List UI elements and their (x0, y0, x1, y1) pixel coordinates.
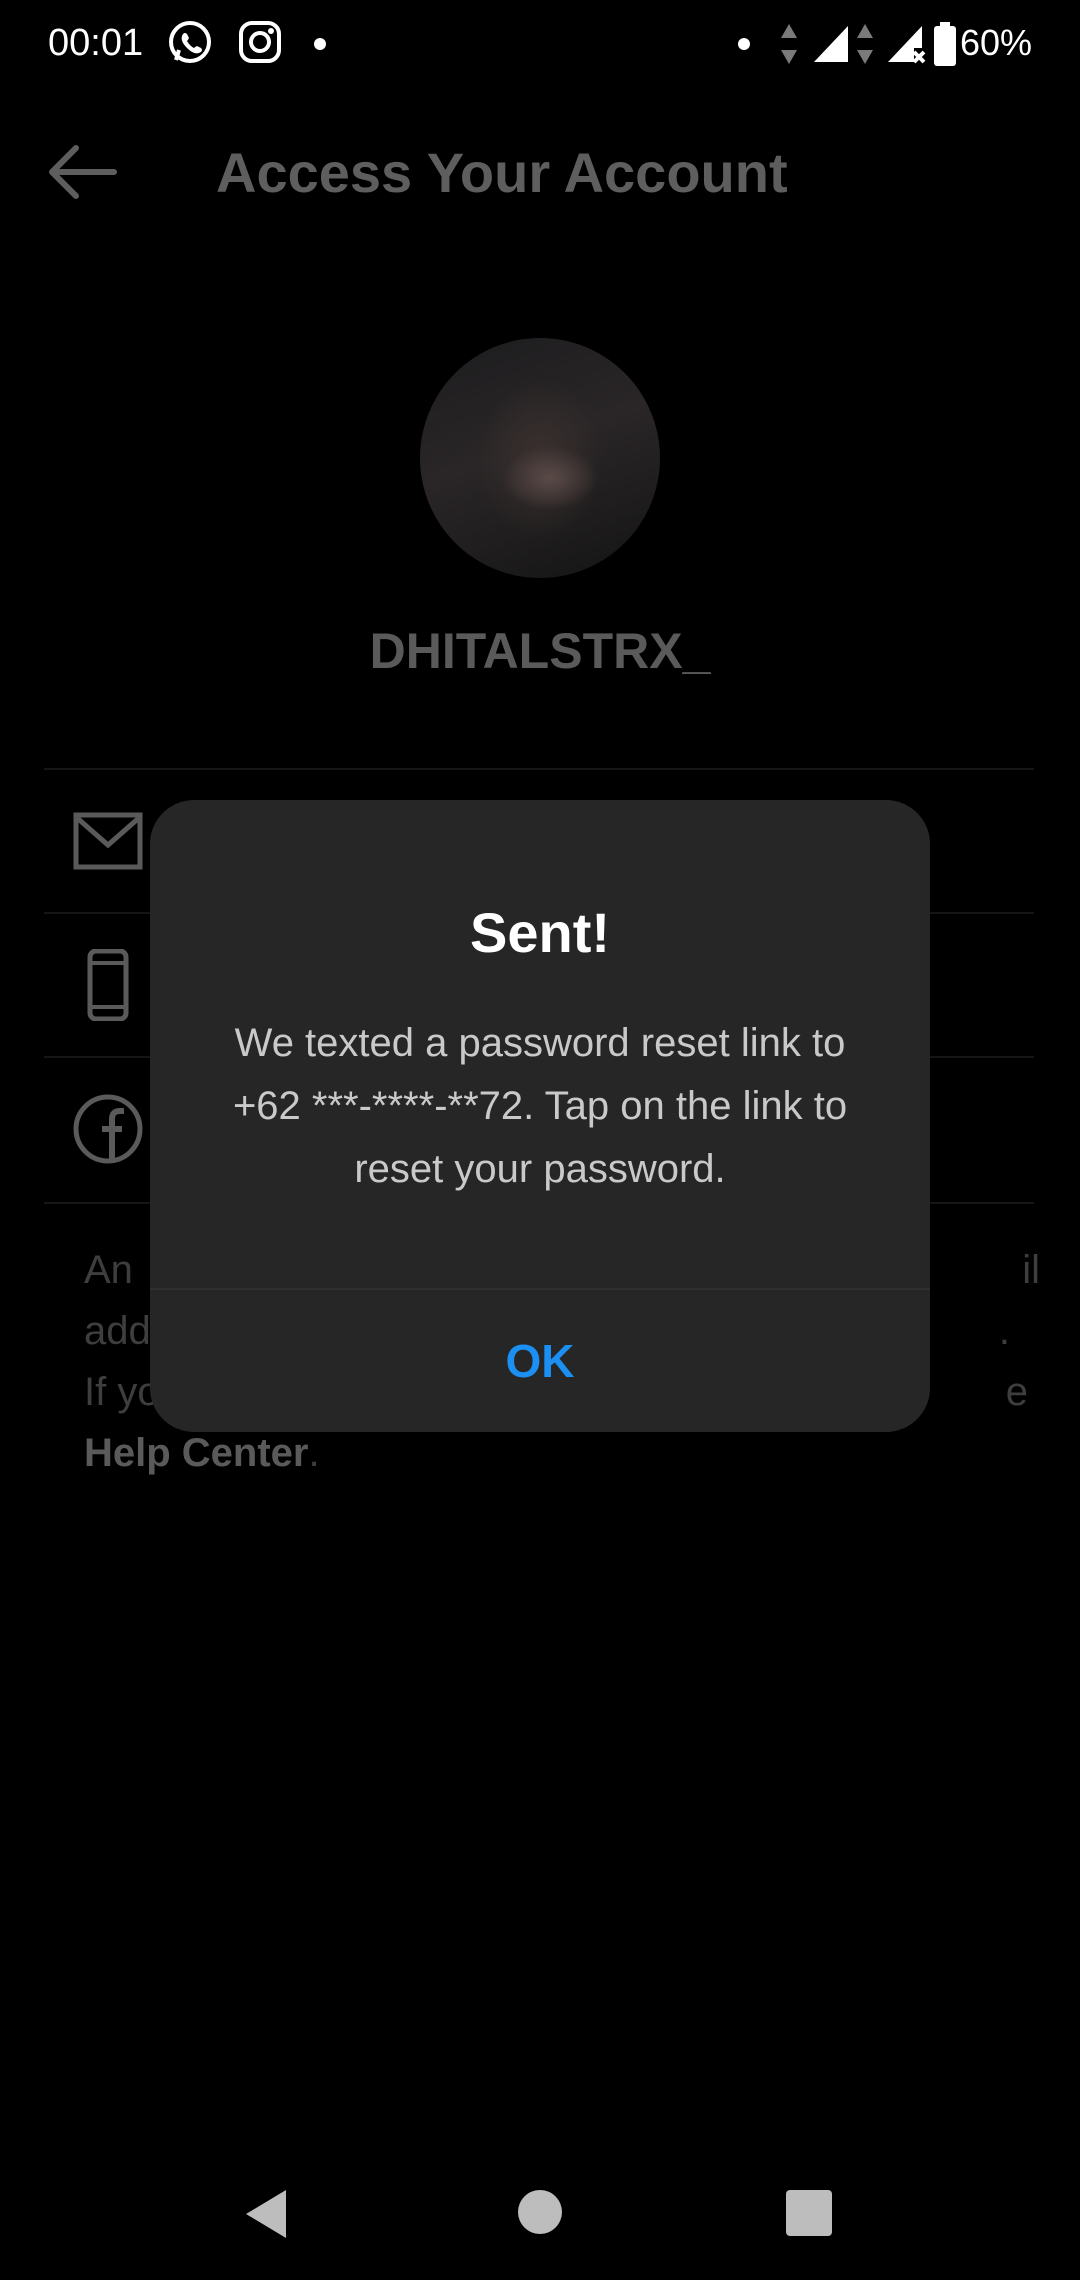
battery-percent: 60% (959, 22, 1032, 63)
nav-home-icon[interactable] (518, 2190, 562, 2234)
sent-dialog: Sent! We texted a password reset link to… (150, 800, 930, 1432)
facebook-icon (73, 1094, 143, 1164)
page-title: Access Your Account (216, 141, 788, 204)
data-arrows-icon (781, 24, 797, 64)
mail-icon (73, 812, 143, 870)
phone-icon (87, 949, 129, 1021)
nav-recents-icon[interactable] (786, 2190, 832, 2236)
dialog-title: Sent! (470, 901, 610, 964)
notification-dot (738, 38, 750, 50)
instagram-icon (239, 21, 281, 63)
notification-dot (314, 38, 326, 50)
back-button[interactable] (44, 140, 124, 204)
arrow-left-icon (49, 145, 117, 199)
data-arrows-icon (857, 24, 873, 64)
help-center-link[interactable]: Help Center (84, 1431, 309, 1475)
help-text-fragment: il (1022, 1248, 1040, 1292)
help-text-fragment: An (84, 1248, 133, 1292)
dialog-message: We texted a password reset link to +62 *… (232, 1021, 848, 1191)
help-text-fragment: e (1005, 1370, 1028, 1414)
help-text-fragment: add (84, 1309, 151, 1353)
status-time: 00:01 (48, 22, 144, 64)
whatsapp-icon (169, 21, 211, 63)
app-header: Access Your Account (0, 110, 1080, 230)
signal-icon (814, 26, 848, 62)
signal-no-sim-icon (888, 26, 926, 64)
username: DHITALSTRX_ (369, 623, 711, 679)
avatar (420, 338, 660, 578)
nav-back-icon[interactable] (246, 2190, 286, 2238)
ok-button[interactable]: OK (150, 1290, 930, 1432)
status-bar: 00:01 60% (0, 0, 1080, 88)
help-text-fragment: If yo (84, 1370, 160, 1414)
battery-icon (934, 22, 956, 66)
navigation-bar (0, 2150, 1080, 2280)
help-text-fragment: . (998, 1309, 1010, 1353)
help-text-fragment: . (308, 1431, 320, 1475)
